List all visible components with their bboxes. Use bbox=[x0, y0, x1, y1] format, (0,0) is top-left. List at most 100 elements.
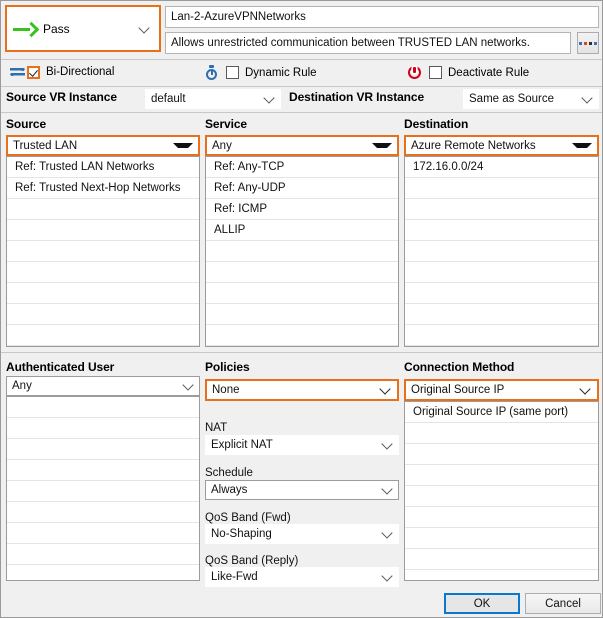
list-item[interactable]: Ref: Trusted LAN Networks bbox=[7, 157, 199, 178]
bidirectional-checkbox-row[interactable]: Bi-Directional bbox=[9, 65, 114, 79]
list-item[interactable] bbox=[405, 325, 598, 346]
destination-dropdown[interactable]: Azure Remote Networks bbox=[404, 135, 599, 156]
bidirectional-arrows-icon bbox=[9, 65, 27, 79]
qos-reply-dropdown[interactable]: Like-Fwd bbox=[205, 567, 399, 587]
ok-button[interactable]: OK bbox=[444, 593, 520, 614]
list-item[interactable] bbox=[405, 262, 598, 283]
list-item[interactable] bbox=[405, 528, 598, 549]
list-item[interactable] bbox=[405, 283, 598, 304]
deactivate-rule-checkbox[interactable] bbox=[429, 66, 442, 79]
list-item[interactable] bbox=[7, 439, 199, 460]
list-item[interactable] bbox=[7, 325, 199, 346]
source-list[interactable]: Ref: Trusted LAN Networks Ref: Trusted N… bbox=[6, 156, 200, 347]
list-item[interactable] bbox=[7, 418, 199, 439]
list-item[interactable]: Ref: ICMP bbox=[206, 199, 398, 220]
list-item[interactable] bbox=[7, 502, 199, 523]
schedule-dropdown[interactable]: Always bbox=[205, 480, 399, 500]
list-item[interactable] bbox=[7, 199, 199, 220]
list-item[interactable] bbox=[7, 304, 199, 325]
list-item[interactable] bbox=[206, 241, 398, 262]
list-item[interactable] bbox=[7, 460, 199, 481]
list-item[interactable] bbox=[206, 304, 398, 325]
nat-label: NAT bbox=[205, 422, 228, 434]
dynamic-rule-checkbox-row[interactable]: Dynamic Rule bbox=[204, 65, 317, 80]
list-item[interactable] bbox=[405, 486, 598, 507]
list-item[interactable] bbox=[405, 507, 598, 528]
stopwatch-icon bbox=[204, 65, 220, 80]
connection-method-dropdown[interactable]: Original Source IP bbox=[404, 379, 599, 401]
list-item[interactable] bbox=[405, 220, 598, 241]
qos-fwd-label: QoS Band (Fwd) bbox=[205, 512, 291, 524]
description-more-button[interactable] bbox=[577, 32, 599, 54]
destination-list[interactable]: 172.16.0.0/24 bbox=[404, 156, 599, 347]
policies-selected-value: None bbox=[212, 384, 240, 396]
list-item[interactable]: ALLIP bbox=[206, 220, 398, 241]
destination-section-title: Destination bbox=[404, 117, 469, 131]
list-item[interactable] bbox=[405, 549, 598, 570]
source-vr-instance-value: default bbox=[151, 93, 186, 105]
authenticated-user-dropdown[interactable]: Any bbox=[6, 376, 200, 396]
list-item[interactable] bbox=[405, 199, 598, 220]
rule-name-input[interactable]: Lan-2-AzureVPNNetworks bbox=[165, 6, 599, 28]
chevron-down-icon bbox=[139, 23, 151, 35]
list-item[interactable] bbox=[7, 565, 199, 580]
list-item[interactable] bbox=[405, 570, 598, 580]
list-item[interactable] bbox=[405, 423, 598, 444]
list-item[interactable]: 172.16.0.0/24 bbox=[405, 157, 598, 178]
list-item[interactable] bbox=[7, 241, 199, 262]
list-item[interactable] bbox=[405, 444, 598, 465]
list-item[interactable] bbox=[7, 397, 199, 418]
list-item[interactable] bbox=[405, 241, 598, 262]
cancel-button[interactable]: Cancel bbox=[525, 593, 601, 614]
list-item[interactable] bbox=[405, 304, 598, 325]
list-item[interactable] bbox=[7, 544, 199, 565]
nat-dropdown[interactable]: Explicit NAT bbox=[205, 435, 399, 455]
bidirectional-label: Bi-Directional bbox=[46, 66, 115, 78]
dot-4-icon bbox=[594, 41, 597, 45]
chevron-down-icon bbox=[380, 384, 392, 396]
list-item[interactable]: Ref: Any-TCP bbox=[206, 157, 398, 178]
dot-2-icon bbox=[584, 41, 587, 45]
service-list[interactable]: Ref: Any-TCP Ref: Any-UDP Ref: ICMP ALLI… bbox=[205, 156, 399, 347]
divider-top bbox=[1, 59, 602, 60]
list-item[interactable] bbox=[206, 262, 398, 283]
list-item[interactable] bbox=[7, 481, 199, 502]
bidirectional-checkbox[interactable] bbox=[27, 65, 40, 79]
rule-description-input[interactable]: Allows unrestricted communication betwee… bbox=[165, 32, 571, 54]
qos-fwd-dropdown[interactable]: No-Shaping bbox=[205, 524, 399, 544]
list-item[interactable]: Original Source IP (same port) bbox=[405, 402, 598, 423]
authenticated-user-list[interactable] bbox=[6, 396, 200, 581]
source-vr-instance-dropdown[interactable]: default bbox=[145, 89, 281, 109]
list-item[interactable] bbox=[206, 325, 398, 346]
list-item[interactable] bbox=[206, 346, 398, 347]
list-item[interactable]: Ref: Trusted Next-Hop Networks bbox=[7, 178, 199, 199]
dot-3-icon bbox=[589, 41, 592, 45]
firewall-rule-dialog: Pass Lan-2-AzureVPNNetworks Allows unres… bbox=[0, 0, 603, 618]
chevron-down-icon bbox=[382, 439, 394, 451]
list-item[interactable] bbox=[405, 346, 598, 347]
policies-dropdown[interactable]: None bbox=[205, 379, 399, 401]
connection-method-list[interactable]: Original Source IP (same port) bbox=[404, 401, 599, 581]
list-item[interactable]: Ref: Any-UDP bbox=[206, 178, 398, 199]
list-item[interactable] bbox=[206, 283, 398, 304]
chevron-down-icon bbox=[580, 384, 592, 396]
qos-reply-label: QoS Band (Reply) bbox=[205, 555, 299, 567]
list-item[interactable] bbox=[7, 220, 199, 241]
list-item[interactable] bbox=[7, 283, 199, 304]
list-item[interactable] bbox=[405, 465, 598, 486]
connection-method-selected-value: Original Source IP bbox=[411, 384, 505, 396]
list-item[interactable] bbox=[7, 262, 199, 283]
list-item[interactable] bbox=[7, 523, 199, 544]
source-dropdown[interactable]: Trusted LAN bbox=[6, 135, 200, 156]
divider-vr bbox=[1, 112, 602, 113]
list-item[interactable] bbox=[7, 346, 199, 347]
deactivate-rule-checkbox-row[interactable]: Deactivate Rule bbox=[407, 65, 529, 80]
dropdown-arrow-icon bbox=[572, 143, 592, 148]
service-dropdown[interactable]: Any bbox=[205, 135, 399, 156]
list-item[interactable] bbox=[405, 178, 598, 199]
chevron-down-icon bbox=[382, 571, 394, 583]
dynamic-rule-checkbox[interactable] bbox=[226, 66, 239, 79]
cancel-button-label: Cancel bbox=[545, 597, 581, 610]
destination-vr-instance-dropdown[interactable]: Same as Source bbox=[463, 89, 599, 109]
action-dropdown[interactable]: Pass bbox=[5, 5, 161, 52]
